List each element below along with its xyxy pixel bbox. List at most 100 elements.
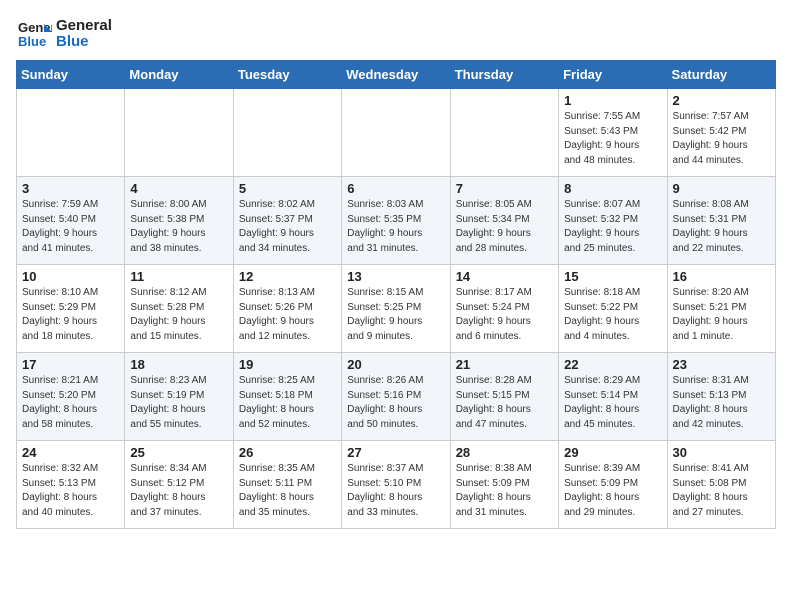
day-cell: 1 Sunrise: 7:55 AM Sunset: 5:43 PM Daylig… [559,89,667,177]
day-info: Sunrise: 8:03 AM Sunset: 5:35 PM Dayligh… [347,198,444,256]
day-cell: 6 Sunrise: 8:03 AM Sunset: 5:35 PM Daylig… [342,177,450,265]
day-number: 23 [673,357,770,372]
day-info: Sunrise: 8:32 AM Sunset: 5:13 PM Dayligh… [22,462,119,520]
week-row-4: 17 Sunrise: 8:21 AM Sunset: 5:20 PM Dayli… [17,353,776,441]
day-info: Sunrise: 8:29 AM Sunset: 5:14 PM Dayligh… [564,374,661,432]
day-number: 5 [239,181,336,196]
day-number: 26 [239,445,336,460]
day-cell: 2 Sunrise: 7:57 AM Sunset: 5:42 PM Daylig… [667,89,775,177]
day-cell: 9Sunrise: 8:08 AM Sunset: 5:31 PM Daylig… [667,177,775,265]
calendar-table: SundayMondayTuesdayWednesdayThursdayFrid… [16,60,776,529]
day-number: 22 [564,357,661,372]
week-row-2: 3Sunrise: 7:59 AM Sunset: 5:40 PM Daylig… [17,177,776,265]
day-info: Sunrise: 7:57 AM Sunset: 5:42 PM Dayligh… [673,110,770,168]
day-number: 30 [673,445,770,460]
col-header-friday: Friday [559,61,667,89]
day-number: 3 [22,181,119,196]
day-number: 11 [130,269,227,284]
day-number: 17 [22,357,119,372]
day-cell [17,89,125,177]
day-number: 19 [239,357,336,372]
day-info: Sunrise: 8:31 AM Sunset: 5:13 PM Dayligh… [673,374,770,432]
day-info: Sunrise: 8:13 AM Sunset: 5:26 PM Dayligh… [239,286,336,344]
svg-text:Blue: Blue [18,34,46,49]
day-cell: 14Sunrise: 8:17 AM Sunset: 5:24 PM Dayli… [450,265,558,353]
day-cell: 11 Sunrise: 8:12 AM Sunset: 5:28 PM Dayli… [125,265,233,353]
day-number: 13 [347,269,444,284]
day-info: Sunrise: 8:25 AM Sunset: 5:18 PM Dayligh… [239,374,336,432]
day-cell: 5 Sunrise: 8:02 AM Sunset: 5:37 PM Daylig… [233,177,341,265]
calendar-header-row: SundayMondayTuesdayWednesdayThursdayFrid… [17,61,776,89]
day-cell: 29Sunrise: 8:39 AM Sunset: 5:09 PM Dayli… [559,441,667,529]
day-number: 6 [347,181,444,196]
day-cell: 4 Sunrise: 8:00 AM Sunset: 5:38 PM Daylig… [125,177,233,265]
day-info: Sunrise: 8:28 AM Sunset: 5:15 PM Dayligh… [456,374,553,432]
week-row-3: 10Sunrise: 8:10 AM Sunset: 5:29 PM Dayli… [17,265,776,353]
day-info: Sunrise: 8:08 AM Sunset: 5:31 PM Dayligh… [673,198,770,256]
day-number: 7 [456,181,553,196]
col-header-monday: Monday [125,61,233,89]
day-cell: 27 Sunrise: 8:37 AM Sunset: 5:10 PM Dayli… [342,441,450,529]
page-header: General Blue General Blue [16,16,776,52]
day-number: 4 [130,181,227,196]
day-number: 16 [673,269,770,284]
day-info: Sunrise: 8:21 AM Sunset: 5:20 PM Dayligh… [22,374,119,432]
day-cell: 20 Sunrise: 8:26 AM Sunset: 5:16 PM Dayli… [342,353,450,441]
logo: General Blue General Blue [16,16,112,52]
day-info: Sunrise: 8:39 AM Sunset: 5:09 PM Dayligh… [564,462,661,520]
day-cell [233,89,341,177]
day-info: Sunrise: 8:10 AM Sunset: 5:29 PM Dayligh… [22,286,119,344]
day-info: Sunrise: 8:26 AM Sunset: 5:16 PM Dayligh… [347,374,444,432]
week-row-5: 24Sunrise: 8:32 AM Sunset: 5:13 PM Dayli… [17,441,776,529]
day-cell: 3Sunrise: 7:59 AM Sunset: 5:40 PM Daylig… [17,177,125,265]
day-cell: 13 Sunrise: 8:15 AM Sunset: 5:25 PM Dayli… [342,265,450,353]
day-cell: 12 Sunrise: 8:13 AM Sunset: 5:26 PM Dayli… [233,265,341,353]
day-cell: 18 Sunrise: 8:23 AM Sunset: 5:19 PM Dayli… [125,353,233,441]
col-header-wednesday: Wednesday [342,61,450,89]
day-number: 21 [456,357,553,372]
day-cell: 10Sunrise: 8:10 AM Sunset: 5:29 PM Dayli… [17,265,125,353]
day-info: Sunrise: 8:41 AM Sunset: 5:08 PM Dayligh… [673,462,770,520]
day-number: 27 [347,445,444,460]
day-info: Sunrise: 8:15 AM Sunset: 5:25 PM Dayligh… [347,286,444,344]
week-row-1: 1 Sunrise: 7:55 AM Sunset: 5:43 PM Daylig… [17,89,776,177]
day-cell: 23 Sunrise: 8:31 AM Sunset: 5:13 PM Dayli… [667,353,775,441]
day-number: 12 [239,269,336,284]
day-number: 25 [130,445,227,460]
day-cell: 28 Sunrise: 8:38 AM Sunset: 5:09 PM Dayli… [450,441,558,529]
day-number: 15 [564,269,661,284]
day-number: 20 [347,357,444,372]
day-cell: 17 Sunrise: 8:21 AM Sunset: 5:20 PM Dayli… [17,353,125,441]
day-info: Sunrise: 8:38 AM Sunset: 5:09 PM Dayligh… [456,462,553,520]
day-cell: 22 Sunrise: 8:29 AM Sunset: 5:14 PM Dayli… [559,353,667,441]
day-number: 8 [564,181,661,196]
day-info: Sunrise: 8:07 AM Sunset: 5:32 PM Dayligh… [564,198,661,256]
day-number: 2 [673,93,770,108]
col-header-sunday: Sunday [17,61,125,89]
day-info: Sunrise: 8:00 AM Sunset: 5:38 PM Dayligh… [130,198,227,256]
day-cell [450,89,558,177]
logo-blue: Blue [56,34,112,51]
col-header-saturday: Saturday [667,61,775,89]
day-cell: 16 Sunrise: 8:20 AM Sunset: 5:21 PM Dayli… [667,265,775,353]
day-cell [125,89,233,177]
day-info: Sunrise: 8:05 AM Sunset: 5:34 PM Dayligh… [456,198,553,256]
day-info: Sunrise: 8:12 AM Sunset: 5:28 PM Dayligh… [130,286,227,344]
logo-icon: General Blue [16,16,52,52]
day-info: Sunrise: 8:37 AM Sunset: 5:10 PM Dayligh… [347,462,444,520]
day-info: Sunrise: 8:35 AM Sunset: 5:11 PM Dayligh… [239,462,336,520]
day-cell: 19 Sunrise: 8:25 AM Sunset: 5:18 PM Dayli… [233,353,341,441]
day-cell: 7 Sunrise: 8:05 AM Sunset: 5:34 PM Daylig… [450,177,558,265]
day-number: 1 [564,93,661,108]
day-info: Sunrise: 7:55 AM Sunset: 5:43 PM Dayligh… [564,110,661,168]
day-cell: 15 Sunrise: 8:18 AM Sunset: 5:22 PM Dayli… [559,265,667,353]
day-info: Sunrise: 8:02 AM Sunset: 5:37 PM Dayligh… [239,198,336,256]
col-header-thursday: Thursday [450,61,558,89]
day-info: Sunrise: 8:20 AM Sunset: 5:21 PM Dayligh… [673,286,770,344]
day-number: 18 [130,357,227,372]
day-cell: 26 Sunrise: 8:35 AM Sunset: 5:11 PM Dayli… [233,441,341,529]
day-info: Sunrise: 8:18 AM Sunset: 5:22 PM Dayligh… [564,286,661,344]
day-number: 28 [456,445,553,460]
day-info: Sunrise: 8:23 AM Sunset: 5:19 PM Dayligh… [130,374,227,432]
day-info: Sunrise: 8:17 AM Sunset: 5:24 PM Dayligh… [456,286,553,344]
